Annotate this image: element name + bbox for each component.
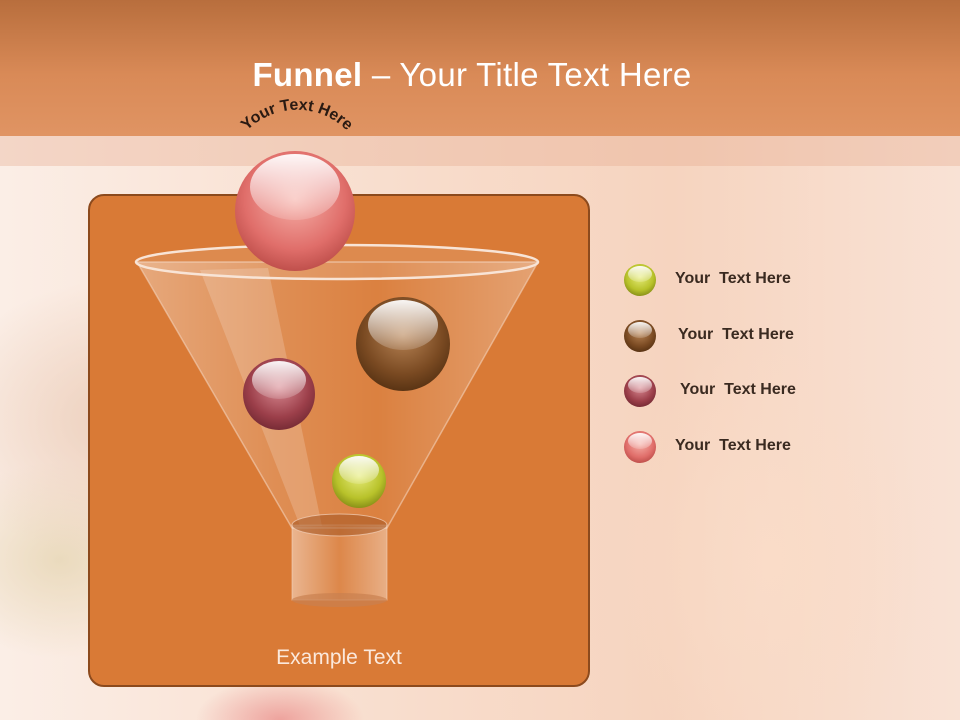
legend-label: Your Text Here [675, 437, 791, 454]
legend-label: Your Text Here [680, 381, 796, 398]
funnel-diagram: Your Text Here [134, 97, 540, 607]
legend-ball-yellow [624, 264, 656, 296]
example-text: Example Text [276, 646, 402, 669]
legend-label: Your Text Here [678, 326, 794, 343]
legend-ball-brown [624, 320, 656, 352]
ball-top [235, 151, 355, 271]
spout-bottom [292, 593, 387, 607]
legend-item: Your Text Here [622, 262, 862, 298]
ball-maroon [243, 358, 315, 430]
legend-item: Your Text Here [622, 318, 862, 354]
arc-label: Your Text Here [238, 97, 356, 134]
spout-top [291, 513, 388, 537]
legend-item: Your Text Here [622, 373, 862, 409]
legend-label: Your Text Here [675, 270, 791, 287]
ball-yellow [332, 454, 386, 508]
legend-ball-coral [624, 431, 656, 463]
legend-ball-maroon [624, 375, 656, 407]
ball-brown [356, 297, 450, 391]
legend-item: Your Text Here [622, 429, 862, 465]
